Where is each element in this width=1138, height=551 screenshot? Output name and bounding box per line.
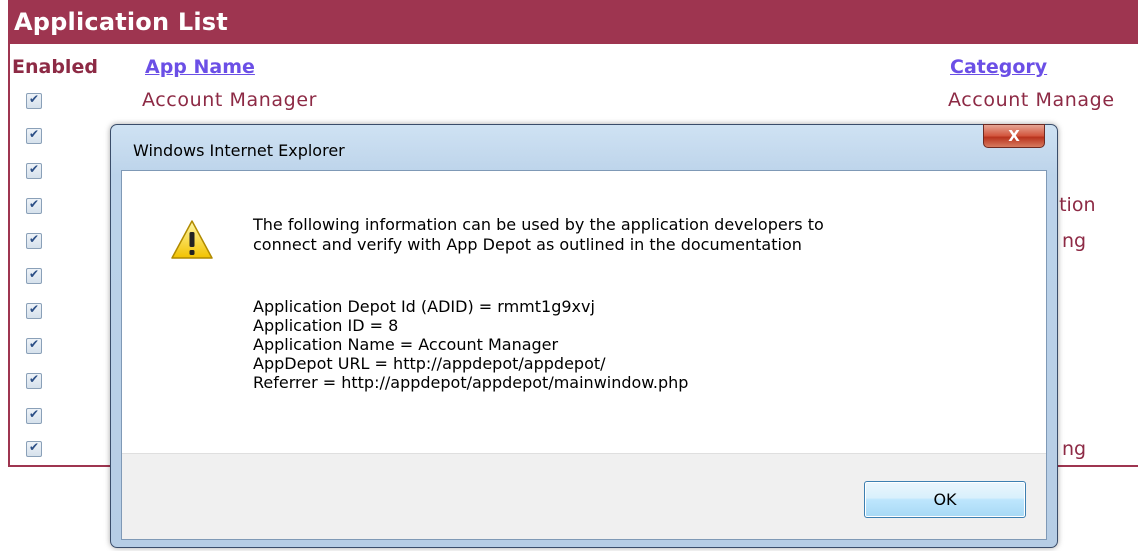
- category-cell: Account Manage: [948, 89, 1115, 111]
- enabled-checkbox[interactable]: [26, 127, 42, 144]
- dialog-content: The following information can be used by…: [121, 170, 1047, 540]
- application-list-title: Application List: [10, 0, 1138, 44]
- enabled-checkbox[interactable]: [26, 232, 42, 249]
- enabled-checkbox[interactable]: [26, 197, 42, 214]
- alert-dialog: Windows Internet Explorer X The followin…: [110, 124, 1058, 548]
- ok-button[interactable]: OK: [864, 481, 1026, 518]
- info-line-application-id: Application ID = 8: [253, 316, 399, 335]
- dialog-message-line: connect and verify with App Depot as out…: [253, 235, 802, 254]
- info-line-referrer: Referrer = http://appdepot/appdepot/main…: [253, 373, 689, 392]
- enabled-checkbox[interactable]: [26, 440, 42, 457]
- dialog-message-line: The following information can be used by…: [253, 215, 824, 234]
- enabled-checkbox[interactable]: [26, 162, 42, 179]
- dialog-message: The following information can be used by…: [253, 215, 1013, 255]
- info-line-adid: Application Depot Id (ADID) = rmmt1g9xvj: [253, 297, 595, 316]
- info-line-appdepot-url: AppDepot URL = http://appdepot/appdepot/: [253, 354, 606, 373]
- column-header-app-name[interactable]: App Name: [145, 56, 255, 78]
- close-button[interactable]: X: [983, 124, 1045, 148]
- dialog-title: Windows Internet Explorer: [133, 141, 345, 160]
- info-line-application-name: Application Name = Account Manager: [253, 335, 559, 354]
- column-header-enabled: Enabled: [12, 56, 98, 78]
- table-row: Account Manager Account Manage: [10, 84, 1138, 119]
- warning-icon: [171, 220, 213, 259]
- column-header-category[interactable]: Category: [950, 56, 1047, 78]
- enabled-checkbox[interactable]: [26, 407, 42, 424]
- enabled-checkbox[interactable]: [26, 302, 42, 319]
- category-cell-fragment: ng: [1062, 230, 1087, 252]
- enabled-checkbox[interactable]: [26, 92, 42, 109]
- enabled-checkbox[interactable]: [26, 337, 42, 354]
- dialog-info-block: Application Depot Id (ADID) = rmmt1g9xvj…: [253, 297, 688, 392]
- enabled-checkbox[interactable]: [26, 267, 42, 284]
- app-name-cell[interactable]: Account Manager: [142, 89, 317, 111]
- enabled-checkbox[interactable]: [26, 372, 42, 389]
- category-cell-fragment: ng: [1062, 438, 1087, 460]
